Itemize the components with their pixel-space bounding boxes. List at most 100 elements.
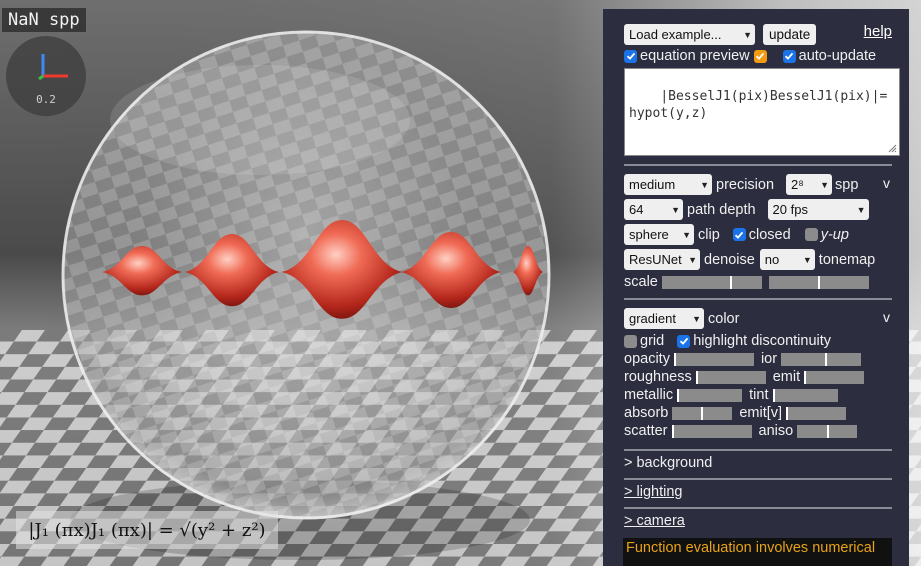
highlight-discontinuity-label: highlight discontinuity [693, 333, 832, 349]
denoise-select-value: ResUNet [629, 252, 682, 267]
clip-select-value: sphere [629, 227, 669, 242]
metallic-slider[interactable] [677, 388, 743, 402]
slider-thumb[interactable] [825, 352, 828, 366]
scatter-label: scatter [624, 423, 668, 439]
fps-select-value: 20 fps [772, 202, 808, 217]
path-depth-select[interactable]: 64 ▼ [624, 199, 683, 220]
check-icon [735, 231, 744, 239]
spp-select[interactable]: 2⁸ ▼ [786, 174, 833, 195]
y-up-checkbox[interactable] [804, 228, 818, 241]
tonemap-label: tonemap [818, 251, 876, 268]
chevron-down-icon: ▼ [743, 29, 752, 40]
chevron-down-icon: ▼ [682, 229, 691, 240]
chevron-down-icon: ▼ [700, 179, 709, 190]
quality-select-value: medium [629, 177, 676, 192]
chevron-down-icon: ▼ [688, 254, 697, 265]
camera-section-toggle[interactable]: > camera [624, 513, 685, 529]
quality-select[interactable]: medium ▼ [624, 174, 712, 195]
section-divider [624, 478, 892, 480]
chevron-down-icon: ▼ [856, 204, 866, 215]
example-select[interactable]: Load example... ▼ [624, 24, 755, 45]
equation-preview-checkbox[interactable] [624, 49, 637, 63]
warning-notice: Function evaluation involves numerical [623, 538, 892, 566]
color-select[interactable]: gradient ▼ [624, 308, 704, 329]
spp-select-value: 2⁸ [791, 177, 804, 192]
lighting-section-toggle[interactable]: > lighting [624, 484, 682, 500]
slider-thumb[interactable] [673, 352, 676, 366]
slider-thumb[interactable] [827, 424, 830, 438]
update-button[interactable]: update [763, 24, 817, 45]
ior-label: ior [760, 351, 778, 367]
tonemap-select-value: no [764, 252, 780, 267]
highlight-discontinuity-checkbox[interactable] [677, 334, 691, 348]
slider-thumb[interactable] [786, 406, 789, 420]
chevron-down-icon: ▼ [692, 313, 701, 324]
absorb-label: absorb [624, 405, 669, 421]
example-select-value: Load example... [629, 27, 722, 42]
emit-v-label: emit[v] [739, 405, 783, 421]
denoise-select[interactable]: ResUNet ▼ [624, 249, 700, 270]
chevron-down-icon: ▼ [671, 204, 680, 215]
section-divider [624, 298, 892, 300]
closed-label: closed [748, 226, 791, 243]
y-up-label: y-up [820, 226, 849, 243]
chevron-down-icon: ▼ [802, 254, 812, 265]
axis-gizmo[interactable]: 0.2 [6, 36, 86, 116]
equation-input[interactable]: |BesselJ1(pix)BesselJ1(pix)|=hypot(y,z) [624, 68, 900, 156]
slider-thumb[interactable] [804, 370, 807, 384]
chevron-down-icon: ▼ [820, 179, 830, 190]
equation-preview-label: equation preview [640, 48, 750, 64]
control-panel: Load example... ▼ update help equation p… [603, 9, 909, 566]
grid-checkbox[interactable] [624, 334, 637, 348]
clip-label: clip [698, 226, 720, 243]
latex-toggle-checkbox[interactable] [753, 49, 767, 63]
roughness-label: roughness [624, 369, 692, 385]
path-depth-select-value: 64 [629, 202, 644, 217]
tint-label: tint [749, 387, 769, 403]
emit-v-slider[interactable] [786, 406, 847, 420]
resize-grip-icon[interactable] [888, 144, 897, 153]
check-icon [756, 52, 765, 60]
aniso-label: aniso [758, 423, 794, 439]
check-icon [626, 52, 635, 60]
slider-thumb[interactable] [671, 424, 674, 438]
slider-thumb[interactable] [817, 275, 820, 289]
opacity-slider[interactable] [673, 352, 754, 366]
slider-thumb[interactable] [701, 406, 704, 420]
scale-label: scale [624, 274, 658, 290]
equation-text: |BesselJ1(pix)BesselJ1(pix)|=hypot(y,z) [629, 89, 888, 121]
tonemap-select[interactable]: no ▼ [759, 249, 815, 270]
section-divider [624, 164, 892, 166]
denoise-label: denoise [704, 251, 755, 268]
spp-counter: NaN spp [2, 8, 86, 32]
closed-checkbox[interactable] [732, 228, 746, 241]
scatter-slider[interactable] [671, 424, 752, 438]
background-section-toggle[interactable]: > background [624, 455, 712, 471]
section-divider [624, 449, 892, 451]
spp-label: spp [835, 176, 859, 193]
metallic-label: metallic [624, 387, 674, 403]
grid-label: grid [640, 333, 665, 349]
emit-slider[interactable] [804, 370, 865, 384]
fps-select[interactable]: 20 fps ▼ [767, 199, 869, 220]
absorb-slider[interactable] [672, 406, 733, 420]
auto-update-checkbox[interactable] [782, 49, 796, 63]
scale-slider-1[interactable] [661, 275, 762, 289]
slider-thumb[interactable] [772, 388, 775, 402]
aniso-slider[interactable] [797, 424, 858, 438]
check-icon [785, 52, 794, 60]
clip-select[interactable]: sphere ▼ [624, 224, 694, 245]
roughness-slider[interactable] [695, 370, 766, 384]
path-depth-label: path depth [687, 201, 756, 218]
auto-update-label: auto-update [798, 48, 877, 64]
check-icon [679, 337, 688, 345]
slider-thumb[interactable] [695, 370, 698, 384]
help-link[interactable]: help [864, 23, 892, 40]
slider-thumb[interactable] [677, 388, 680, 402]
scale-slider-2[interactable] [768, 275, 869, 289]
opacity-label: opacity [624, 351, 670, 367]
equation-preview: |J₁ (πx)J₁ (πx)| = √(y² + z²) [16, 511, 278, 549]
tint-slider[interactable] [772, 388, 838, 402]
ior-slider[interactable] [781, 352, 862, 366]
slider-thumb[interactable] [729, 275, 732, 289]
